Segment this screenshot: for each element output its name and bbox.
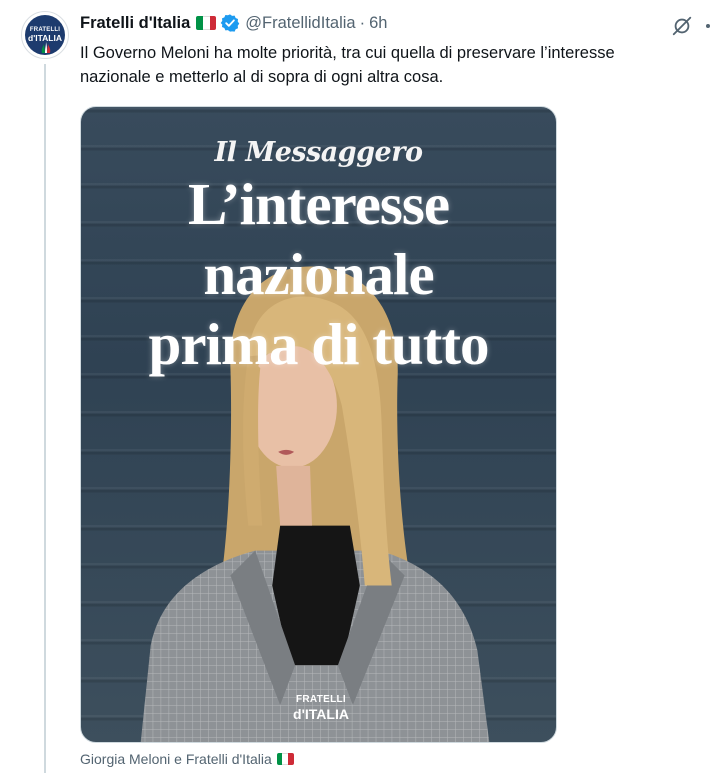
flame-icon (41, 42, 51, 53)
media-caption[interactable]: Giorgia Meloni e Fratelli d'Italia (80, 751, 294, 767)
party-logo-line2: d'ITALIA (293, 706, 349, 722)
tweet-text-line2: nazionale e metterlo al di sopra di ogni… (80, 68, 444, 86)
more-icon[interactable] (706, 24, 710, 28)
headline-line3: prima di tutto (148, 311, 490, 377)
author-name[interactable]: Fratelli d'Italia (80, 14, 190, 33)
tweet-timestamp[interactable]: 6h (369, 14, 387, 33)
tweet-text: Il Governo Meloni ha molte priorità, tra… (80, 41, 710, 89)
tweet-media-image[interactable]: Il Messaggero L’interesse nazionale prim… (80, 106, 557, 743)
party-logo-line1: FRATELLI (296, 694, 346, 705)
newspaper-masthead: Il Messaggero (214, 137, 423, 168)
author-handle[interactable]: @FratellidItalia (245, 14, 355, 33)
media-headline: L’interesse nazionale prima di tutto (81, 169, 556, 379)
header-separator: · (359, 13, 366, 32)
headline-line1: L’interesse (187, 171, 450, 237)
verified-badge-icon[interactable] (220, 13, 240, 33)
avatar[interactable]: FRATELLI d'ITALIA (21, 11, 69, 59)
headline-line2: nazionale (203, 241, 434, 307)
tweet-header: Fratelli d'Italia @FratellidItalia · 6h (80, 12, 387, 34)
tweet-text-line1: Il Governo Meloni ha molte priorità, tra… (80, 44, 615, 62)
italy-flag-icon (276, 753, 294, 765)
italy-flag-icon (196, 16, 217, 30)
thread-connector-line (44, 64, 46, 773)
caption-text: Giorgia Meloni e Fratelli d'Italia (80, 751, 272, 767)
party-logo-overlay: FRATELLI d'ITALIA (291, 694, 351, 722)
grok-icon[interactable] (669, 13, 695, 39)
